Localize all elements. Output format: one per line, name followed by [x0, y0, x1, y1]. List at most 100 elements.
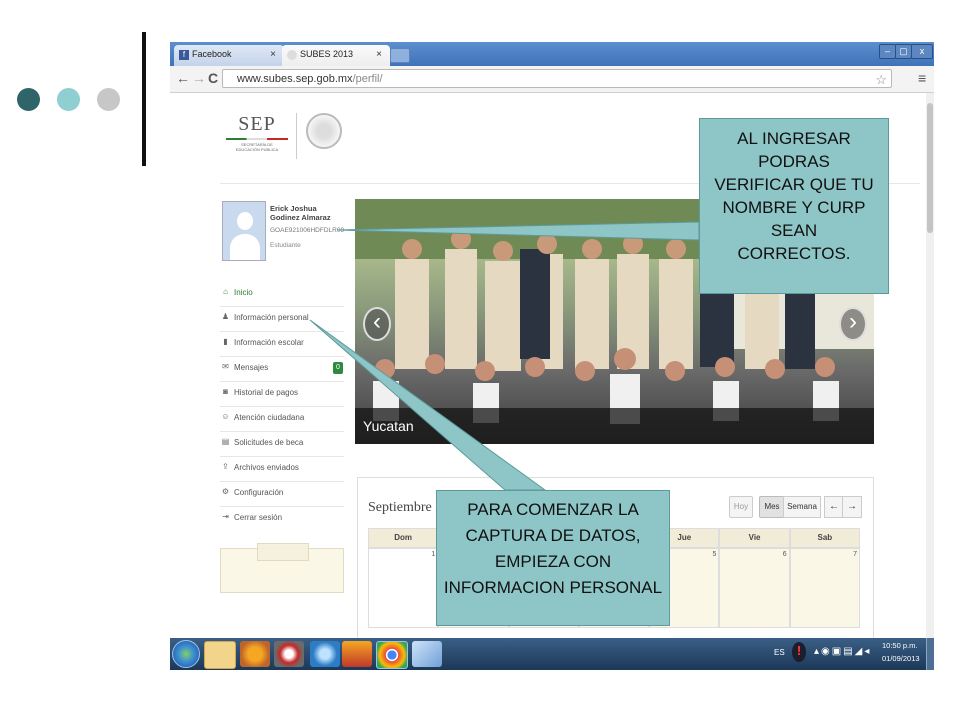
menu-icon[interactable]: ≡	[918, 70, 926, 86]
logout-icon: ⇥	[222, 512, 229, 521]
tray-icons[interactable]: ▴◉▣▤◢◂	[814, 646, 871, 657]
calendar-day-cell[interactable]: 7	[789, 548, 860, 628]
facebook-icon: f	[179, 50, 189, 60]
browser-toolbar: ← → C www.subes.sep.gob.mx/perfil/ ☆ ≡	[170, 66, 934, 93]
chat-icon: ☺	[221, 412, 230, 421]
carousel-caption: Yucatan	[363, 418, 414, 434]
minimize-button[interactable]: –	[879, 44, 896, 59]
tab-close-icon[interactable]: ×	[270, 49, 276, 60]
sidebar-item-label: Solicitudes de beca	[234, 438, 304, 447]
mail-icon: ✉	[222, 362, 229, 371]
eagle-seal-icon	[306, 113, 342, 149]
sidebar-item-informacion-personal[interactable]: ♟ Información personal	[220, 307, 344, 332]
sidebar-item-archivos-enviados[interactable]: ⇪ Archivos enviados	[220, 457, 344, 482]
language-indicator[interactable]: ES	[774, 648, 785, 657]
explorer-icon[interactable]	[204, 641, 236, 669]
sidebar-item-label: Historial de pagos	[234, 388, 299, 397]
scrollbar-thumb[interactable]	[927, 103, 933, 233]
app-icon[interactable]	[342, 641, 372, 667]
user-icon: ♟	[221, 312, 230, 321]
carousel-next-button[interactable]: ›	[839, 307, 867, 341]
today-button[interactable]: Hoy	[729, 496, 753, 518]
sidebar-item-mensajes[interactable]: ✉ Mensajes 0	[220, 357, 344, 382]
day-header: Vie	[719, 528, 790, 548]
back-icon[interactable]: ←	[176, 70, 190, 86]
sidebar-item-atencion-ciudadana[interactable]: ☺ Atención ciudadana	[220, 407, 344, 432]
antivirus-icon[interactable]	[274, 641, 304, 667]
note-tape	[257, 543, 309, 561]
tab-subes[interactable]: SUBES 2013 ×	[282, 45, 390, 66]
sidebar-item-label: Configuración	[234, 488, 284, 497]
windows-taskbar: ES ! ▴◉▣▤◢◂ 10:50 p.m. 01/09/2013	[170, 638, 934, 670]
tab-close-icon[interactable]: ×	[376, 49, 382, 60]
show-desktop-button[interactable]	[926, 638, 934, 670]
logo-divider	[296, 113, 297, 159]
carousel-caption-bar: Yucatan	[355, 408, 874, 444]
logo-text: SEP	[238, 113, 276, 135]
sidebar-item-configuracion[interactable]: ⚙ Configuración	[220, 482, 344, 507]
week-view-button[interactable]: Semana	[783, 496, 821, 518]
sidebar-item-informacion-escolar[interactable]: ▮ Información escolar	[220, 332, 344, 357]
vertical-scrollbar[interactable]	[926, 93, 934, 638]
calendar-day-cell[interactable]: 6	[719, 548, 790, 628]
callout-verify-name: AL INGRESAR PODRAS VERIFICAR QUE TU NOMB…	[699, 118, 889, 294]
sidebar-item-label: Información escolar	[234, 338, 304, 347]
sidebar-item-label: Inicio	[234, 288, 253, 297]
chrome-icon[interactable]	[376, 641, 408, 669]
decor-dot-gray	[97, 88, 120, 111]
tab-label: SUBES 2013	[300, 49, 354, 59]
paint-icon[interactable]	[412, 641, 442, 667]
month-view-button[interactable]: Mes	[759, 496, 785, 518]
sidebar-item-label: Archivos enviados	[234, 463, 299, 472]
messages-count-badge: 0	[333, 362, 343, 374]
book-icon: ▮	[223, 337, 228, 346]
url-host: www.subes.sep.gob.mx	[237, 73, 353, 85]
tab-label: Facebook	[192, 49, 232, 59]
decor-dot-dark	[17, 88, 40, 111]
url-path: /perfil/	[352, 73, 383, 85]
address-bar[interactable]: www.subes.sep.gob.mx/perfil/ ☆	[222, 69, 892, 88]
sidebar-item-cerrar-sesion[interactable]: ⇥ Cerrar sesión	[220, 507, 344, 532]
sidebar-item-label: Mensajes	[234, 363, 269, 372]
avatar	[222, 201, 266, 261]
decor-dot-teal	[57, 88, 80, 111]
maximize-button[interactable]: ▢	[895, 44, 912, 59]
profile-curp: GOAE921006HDFDLR09	[270, 227, 345, 234]
day-header: Dom	[368, 528, 439, 548]
upload-icon: ⇪	[222, 462, 229, 471]
tab-bar: f Facebook × SUBES 2013 × – ▢ x	[170, 42, 934, 66]
logo-subtitle: SECRETARÍA DE EDUCACIÓN PÚBLICA	[235, 142, 279, 152]
home-icon: ⌂	[223, 287, 228, 296]
sep-logo: SEP SECRETARÍA DE EDUCACIÓN PÚBLICA	[222, 113, 292, 163]
clock-date[interactable]: 01/09/2013	[882, 654, 920, 663]
start-button[interactable]	[172, 640, 200, 668]
sidebar-item-label: Información personal	[234, 313, 309, 322]
clock-time[interactable]: 10:50 p.m.	[882, 641, 917, 650]
media-player-icon[interactable]	[240, 641, 270, 667]
history-icon: ◙	[223, 387, 228, 396]
file-icon: ▤	[221, 437, 230, 446]
profile-role: Estudiante	[270, 242, 301, 249]
notification-alert-icon[interactable]: !	[792, 642, 806, 662]
carousel-prev-button[interactable]: ‹	[363, 307, 391, 341]
sidebar-item-inicio[interactable]: ⌂ Inicio	[220, 282, 344, 307]
callout-start-personal-info: PARA COMENZAR LA CAPTURA DE DATOS, EMPIE…	[436, 490, 670, 626]
internet-explorer-icon[interactable]	[310, 641, 340, 667]
reload-icon[interactable]: C	[208, 70, 218, 86]
new-tab-button[interactable]	[390, 48, 410, 63]
calendar-next-button[interactable]: →	[842, 496, 862, 518]
page-icon	[287, 50, 297, 60]
star-icon[interactable]: ☆	[875, 70, 887, 89]
sidebar-item-historial-de-pagos[interactable]: ◙ Historial de pagos	[220, 382, 344, 407]
logo-bar	[226, 138, 288, 140]
calendar-prev-button[interactable]: ←	[824, 496, 844, 518]
decor-vertical-line	[142, 32, 146, 166]
calendar-day-cell[interactable]: 1	[368, 548, 439, 628]
sidebar-item-solicitudes-de-beca[interactable]: ▤ Solicitudes de beca	[220, 432, 344, 457]
gear-icon: ⚙	[221, 487, 230, 496]
close-button[interactable]: x	[911, 44, 933, 59]
forward-icon[interactable]: →	[192, 70, 206, 86]
day-header: Sab	[789, 528, 860, 548]
profile-name: Erick Joshua Godinez Almaraz	[270, 204, 331, 222]
tab-facebook[interactable]: f Facebook ×	[174, 45, 284, 66]
